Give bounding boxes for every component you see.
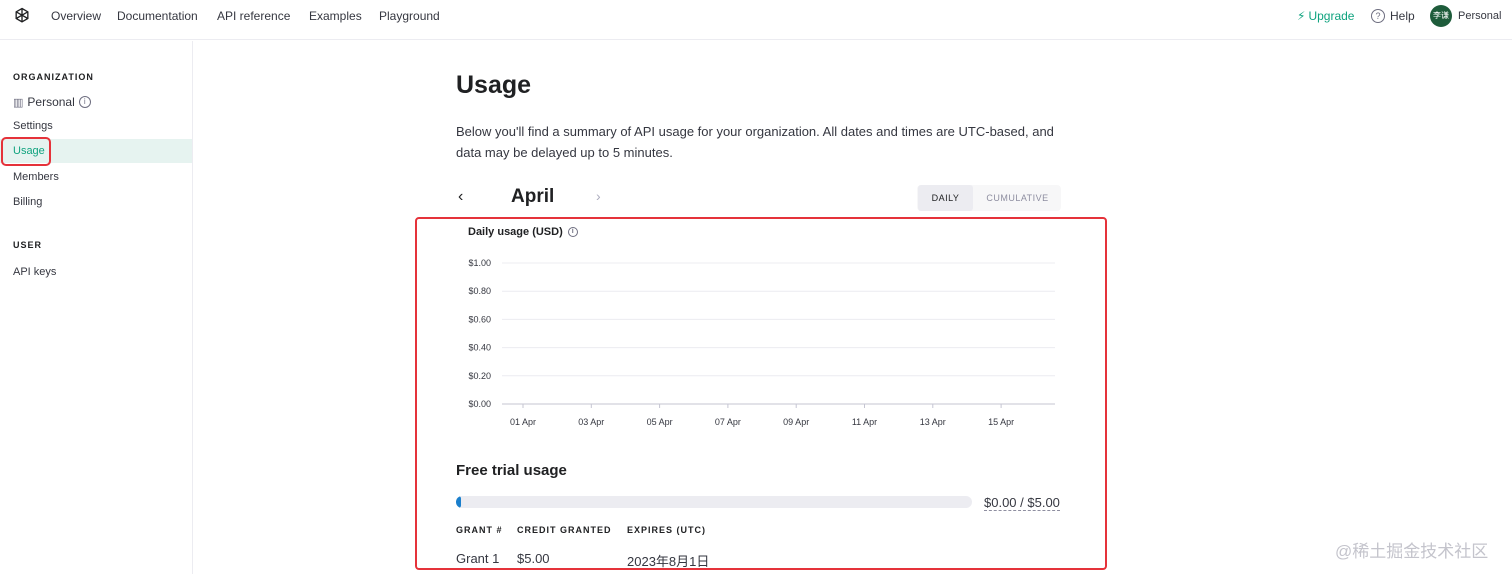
free-trial-title: Free trial usage xyxy=(456,462,567,479)
toggle-daily[interactable]: DAILY xyxy=(918,185,973,211)
building-icon: ▥ xyxy=(13,96,24,109)
bolt-icon: ⚡ xyxy=(1297,9,1306,23)
prev-month-chevron-icon[interactable]: ‹ xyxy=(458,188,463,206)
openai-logo-icon[interactable] xyxy=(12,6,32,26)
nav-documentation[interactable]: Documentation xyxy=(117,9,198,23)
col-grant: GRANT # xyxy=(456,525,503,535)
page-title: Usage xyxy=(456,71,532,99)
info-icon[interactable]: i xyxy=(78,96,91,108)
page-description: Below you'll find a summary of API usage… xyxy=(456,124,1054,160)
toggle-cumulative[interactable]: CUMULATIVE xyxy=(975,185,1060,211)
upgrade-button[interactable]: ⚡ Upgrade xyxy=(1297,9,1354,23)
org-name: Personal xyxy=(27,95,75,109)
nav-api-reference[interactable]: API reference xyxy=(217,9,290,23)
month-label: April xyxy=(511,186,555,207)
next-month-chevron-icon[interactable]: › xyxy=(596,188,601,204)
sidebar: ORGANIZATION ▥ Personal i Settings Usage… xyxy=(0,41,193,574)
annotation-box-usage xyxy=(1,137,51,166)
user-label: USER xyxy=(13,240,43,250)
sidebar-item-members[interactable]: Members xyxy=(0,165,192,189)
help-label: Help xyxy=(1390,9,1415,23)
watermark: @稀土掘金技术社区 xyxy=(1335,542,1489,561)
trial-amount: $0.00 / $5.00 xyxy=(984,495,1060,511)
upgrade-label: Upgrade xyxy=(1308,9,1355,23)
cell-expires: 2023年8月1日 xyxy=(627,554,710,569)
nav-overview[interactable]: Overview xyxy=(51,9,101,23)
sidebar-item-billing[interactable]: Billing xyxy=(0,190,192,214)
help-button[interactable]: ? Help xyxy=(1371,9,1415,23)
col-expires: EXPIRES (UTC) xyxy=(627,525,707,535)
avatar[interactable]: 李谦 xyxy=(1430,5,1452,27)
trial-progress-fill xyxy=(456,496,462,508)
account-name[interactable]: Personal xyxy=(1458,10,1501,22)
nav-examples[interactable]: Examples xyxy=(309,9,362,23)
help-icon: ? xyxy=(1371,9,1385,23)
sidebar-item-settings[interactable]: Settings xyxy=(0,114,192,138)
annotation-box-usage-panel xyxy=(415,217,1107,570)
top-nav: Overview Documentation API reference Exa… xyxy=(0,0,1512,40)
nav-playground[interactable]: Playground xyxy=(379,9,440,23)
view-toggle: DAILY CUMULATIVE xyxy=(917,185,1061,211)
cell-grant: Grant 1 xyxy=(456,551,500,566)
sidebar-item-api-keys[interactable]: API keys xyxy=(0,260,192,284)
org-selector[interactable]: ▥ Personal i xyxy=(13,95,91,109)
col-credit-granted: CREDIT GRANTED xyxy=(517,525,612,535)
organization-label: ORGANIZATION xyxy=(13,72,94,82)
cell-credit: $5.00 xyxy=(517,551,550,566)
trial-progress-bar xyxy=(456,496,972,508)
